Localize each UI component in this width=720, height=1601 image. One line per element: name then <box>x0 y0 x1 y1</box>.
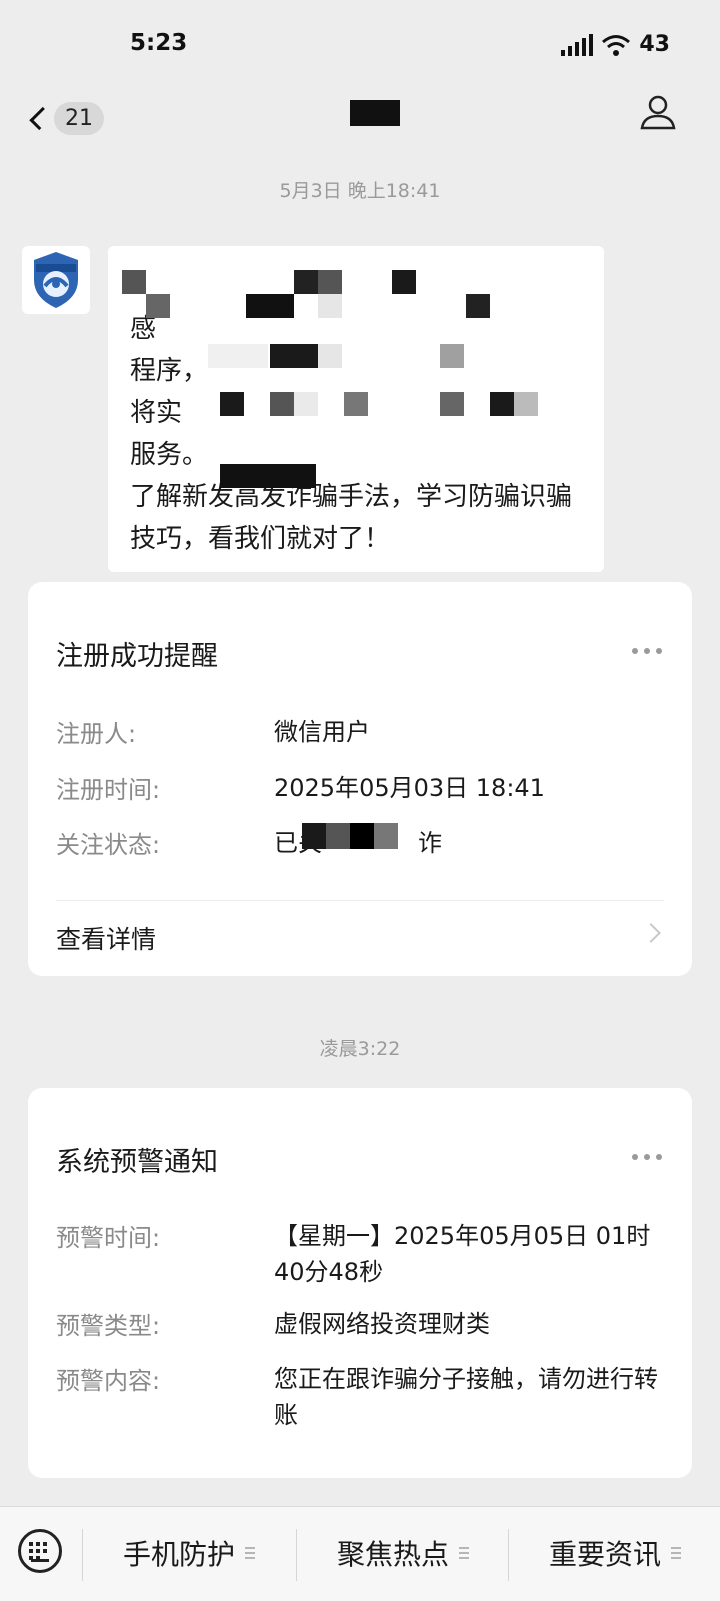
redaction-pixel <box>392 270 416 294</box>
redaction-pixel <box>344 392 368 416</box>
field-label: 关注状态: <box>56 831 161 859</box>
registration-success-card: 注册成功提醒 注册人: 微信用户 注册时间: 2025年05月03日 18:41… <box>28 582 692 976</box>
signal-icon <box>561 33 594 56</box>
menu-list-icon <box>245 1547 255 1559</box>
field-label: 预警内容: <box>56 1367 161 1395</box>
message-bubble[interactable]: 感 程序， 将实 服务。 了解新发高发诈骗手法，学习防骗识骗技巧，看我们就对了！ <box>108 246 604 572</box>
redaction-pixel <box>122 270 146 294</box>
redaction-pixel <box>270 392 294 416</box>
status-time: 5:23 <box>130 30 188 56</box>
menu-label: 聚焦热点 <box>336 1538 449 1571</box>
back-button[interactable]: 21 <box>24 96 104 140</box>
redaction-pixel <box>318 344 342 368</box>
menu-focus-hotspots[interactable]: 聚焦热点 <box>298 1525 508 1581</box>
chat-timestamp: 凌晨3:22 <box>319 1038 401 1060</box>
menu-phone-protection[interactable]: 手机防护 <box>84 1525 294 1581</box>
redaction-pixel <box>246 294 294 318</box>
redaction-pixel <box>270 344 318 368</box>
redaction-pixel <box>514 392 538 416</box>
redaction-pixel <box>440 344 464 368</box>
redaction-pixel <box>294 392 318 416</box>
redaction-pixel <box>318 294 342 318</box>
police-anti-fraud-shield-icon <box>34 252 78 308</box>
redaction-pixel <box>302 823 326 849</box>
menu-label: 重要资讯 <box>548 1538 661 1571</box>
menu-important-news[interactable]: 重要资讯 <box>510 1525 720 1581</box>
chat-header: 21 <box>0 90 720 150</box>
redaction-pixel <box>208 344 268 368</box>
view-details-label: 查看详情 <box>56 925 157 954</box>
redaction-pixel <box>350 823 374 849</box>
divider <box>56 900 664 901</box>
field-value: 虚假网络投资理财类 <box>274 1310 490 1338</box>
field-value: 【星期一】2025年05月05日 01时40分48秒 <box>274 1222 651 1286</box>
chevron-left-icon <box>29 106 53 130</box>
system-warning-card: 系统预警通知 预警时间: 【星期一】2025年05月05日 01时40分48秒 … <box>28 1088 692 1478</box>
field-value: 您正在跟诈骗分子接触，请勿进行转账 <box>274 1365 658 1429</box>
field-label: 预警时间: <box>56 1224 161 1252</box>
wifi-icon <box>602 34 631 56</box>
battery-level: 43 <box>639 32 670 57</box>
menu-list-icon <box>459 1547 469 1559</box>
field-label: 预警类型: <box>56 1312 161 1340</box>
person-icon[interactable] <box>638 92 678 132</box>
redaction-pixel <box>294 270 318 294</box>
view-details-link[interactable]: 查看详情 <box>56 910 664 960</box>
redaction-pixel <box>374 823 398 849</box>
card-title: 注册成功提醒 <box>56 641 218 672</box>
chevron-right-icon <box>641 923 661 943</box>
redacted-chat-title <box>350 100 400 126</box>
field-label: 注册时间: <box>56 776 161 804</box>
card-title: 系统预警通知 <box>56 1147 218 1178</box>
avatar[interactable] <box>22 246 90 314</box>
divider <box>82 1529 83 1581</box>
status-bar: 5:23 43 <box>0 0 720 90</box>
redaction-pixel <box>220 392 244 416</box>
redaction-pixel <box>490 392 514 416</box>
redaction-pixel <box>326 823 350 849</box>
redaction-pixel <box>318 270 342 294</box>
divider <box>296 1529 297 1581</box>
field-value: 2025年05月03日 18:41 <box>274 774 545 802</box>
redaction-pixel <box>146 294 170 318</box>
chat-timestamp: 5月3日 晚上18:41 <box>279 180 441 202</box>
field-label: 注册人: <box>56 720 137 748</box>
unread-count-badge: 21 <box>54 101 104 135</box>
redaction-pixel <box>440 392 464 416</box>
menu-list-icon <box>671 1547 681 1559</box>
field-value: 微信用户 <box>274 718 370 746</box>
bottom-menu-bar: 手机防护 聚焦热点 重要资讯 <box>0 1506 720 1601</box>
more-options-icon[interactable] <box>632 1154 662 1160</box>
more-options-icon[interactable] <box>632 648 662 654</box>
redaction-pixel <box>220 464 316 488</box>
keyboard-icon[interactable] <box>18 1529 62 1573</box>
menu-label: 手机防护 <box>122 1538 235 1571</box>
redaction-pixel <box>466 294 490 318</box>
divider <box>508 1529 509 1581</box>
